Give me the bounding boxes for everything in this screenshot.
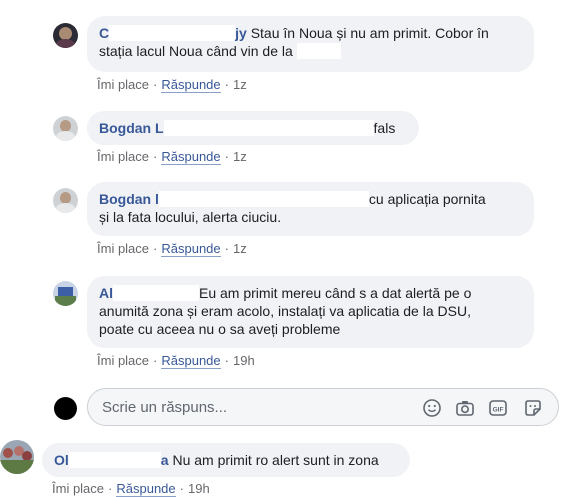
comment-text: cu aplicația pornita [368, 191, 486, 207]
reply-input[interactable] [100, 398, 404, 417]
comment-bubble: Al Eu am primit mereu când s a dat alertă… [87, 276, 534, 348]
redaction [158, 191, 369, 207]
redaction [109, 25, 236, 41]
avatar[interactable] [53, 281, 78, 306]
gif-icon[interactable]: GIF [488, 398, 508, 418]
comment-author-suffix[interactable]: a [161, 452, 169, 468]
like-button[interactable]: Îmi place [97, 77, 149, 92]
avatar[interactable] [0, 440, 34, 474]
current-user-avatar [54, 397, 77, 420]
reply-button[interactable]: Răspunde [161, 149, 221, 165]
comment-actions: Îmi place · Răspunde · 19h [97, 353, 255, 369]
separator: · [153, 241, 158, 256]
comment-author[interactable]: C [99, 25, 109, 41]
reply-button[interactable]: Răspunde [161, 77, 221, 93]
svg-text:GIF: GIF [493, 406, 504, 413]
like-button[interactable]: Îmi place [97, 353, 149, 368]
like-button[interactable]: Îmi place [97, 241, 149, 256]
separator: · [153, 77, 158, 92]
comment-actions: Îmi place · Răspunde · 1z [97, 149, 247, 165]
like-button[interactable]: Îmi place [97, 149, 149, 164]
comment-text: Stau în Noua și nu am primit. Cobor în [250, 25, 489, 41]
comment-bubble: Ol a Nu am primit ro alert sunt in zona [42, 443, 410, 477]
emoji-icon[interactable] [422, 398, 442, 418]
redaction [296, 43, 341, 59]
comment-author[interactable]: Bogdan l [99, 191, 159, 207]
separator: · [153, 149, 158, 164]
comment-bubble: Cjy Stau în Noua și nu am primit. Cobor … [87, 16, 534, 72]
comment-author-suffix[interactable]: jy [235, 25, 247, 41]
timestamp[interactable]: 19h [233, 353, 255, 368]
separator: · [224, 241, 229, 256]
comment-author[interactable]: Al [99, 285, 113, 301]
redaction [163, 120, 374, 136]
comment-author[interactable]: Bogdan L [99, 120, 164, 136]
comment-text: stația lacul Noua când vin de la [99, 43, 293, 59]
reply-button[interactable]: Răspunde [161, 353, 221, 369]
reply-button[interactable]: Răspunde [116, 481, 176, 497]
separator: · [153, 353, 158, 368]
timestamp[interactable]: 1z [233, 149, 247, 164]
separator: · [224, 149, 229, 164]
comment-text: Eu am primit mereu când s a dat alertă p… [199, 285, 472, 301]
avatar[interactable] [53, 23, 78, 48]
avatar[interactable] [53, 188, 78, 213]
timestamp[interactable]: 1z [233, 77, 247, 92]
comment-actions: Îmi place · Răspunde · 1z [97, 241, 247, 257]
separator: · [224, 77, 229, 92]
comment-bubble: Bogdan L fals [87, 111, 419, 145]
comment-text: anumită zona și eram acolo, instalați va… [99, 303, 471, 319]
reply-box[interactable]: GIF [87, 388, 559, 426]
comment-author[interactable]: Ol [54, 452, 69, 468]
redaction [113, 285, 199, 301]
avatar[interactable] [53, 116, 78, 141]
comment-bubble: Bogdan l cu aplicația pornita și la fata … [87, 182, 534, 236]
camera-icon[interactable] [455, 398, 475, 418]
reply-button[interactable]: Răspunde [161, 241, 221, 257]
comment-text: Nu am primit ro alert sunt in zona [172, 452, 379, 468]
comment-text: poate cu aceea nu o sa aveți probleme [99, 321, 341, 337]
comment-actions: Îmi place · Răspunde · 1z [97, 77, 247, 93]
redaction [68, 452, 161, 468]
separator: · [224, 353, 229, 368]
sticker-icon[interactable] [523, 398, 543, 418]
timestamp[interactable]: 1z [233, 241, 247, 256]
comment-text: și la fata locului, alerta ciuciu. [99, 209, 282, 225]
comment-text: fals [373, 120, 396, 136]
